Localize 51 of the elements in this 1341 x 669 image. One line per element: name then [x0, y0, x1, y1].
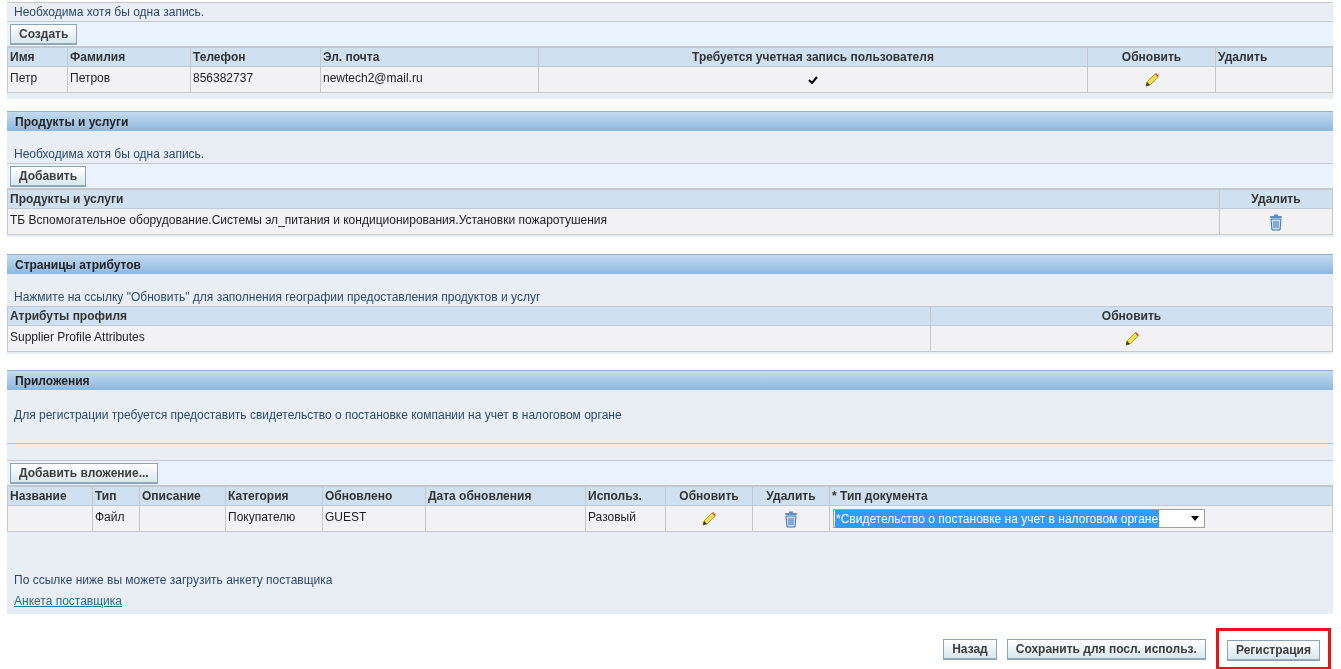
table-cell: newtech2@mail.ru — [320, 66, 539, 93]
supplier-form-link[interactable]: Анкета поставщика — [14, 594, 122, 608]
table-cell: Разовый — [585, 505, 666, 532]
pencil-icon[interactable] — [1123, 331, 1140, 348]
table-cell: 856382737 — [190, 66, 321, 93]
column-header: Обновить — [1087, 47, 1216, 67]
form-button[interactable]: Регистрация — [1226, 639, 1320, 661]
add-attachment-button[interactable]: Добавить вложение... — [10, 462, 158, 484]
column-header: Описание — [139, 486, 226, 506]
column-header: Эл. почта — [320, 47, 539, 67]
form-button[interactable]: Назад — [943, 638, 997, 660]
table-cell: Петров — [67, 66, 191, 93]
column-header: Обновить — [930, 306, 1333, 326]
pencil-icon[interactable] — [701, 511, 717, 528]
column-header: Удалить — [752, 486, 830, 506]
message-text: Необходима хотя бы одна запись. — [13, 146, 206, 163]
note-text: По ссылке ниже вы можете загрузить анкету поставщика — [13, 572, 334, 588]
table-cell: Петр — [7, 66, 68, 93]
table-cell: Supplier Profile Attributes — [7, 325, 931, 352]
table-cell: GUEST — [322, 505, 426, 532]
message-text: Необходима хотя бы одна запись. — [13, 4, 206, 21]
trash-icon[interactable] — [784, 510, 798, 528]
column-header: Продукты и услуги — [7, 189, 1220, 209]
column-header: Тип — [92, 486, 140, 506]
column-header: Обновить — [665, 486, 753, 506]
message-text: Для регистрации требуется предоставить свидетельство о постановке компании на учет в налоговом органе — [7, 390, 1333, 444]
add-button[interactable]: Добавить — [10, 165, 87, 187]
column-header: Удалить — [1215, 47, 1333, 67]
column-header: Удалить — [1219, 189, 1333, 209]
column-header: Дата обновления — [425, 486, 586, 506]
caret-icon — [1191, 516, 1199, 521]
section-header: Продукты и услуги — [7, 111, 1333, 131]
column-header: * Тип документа — [829, 486, 1333, 506]
section-header: Приложения — [7, 370, 1333, 390]
column-header: Атрибуты профиля — [7, 306, 931, 326]
column-header: Использ. — [585, 486, 666, 506]
form-button[interactable]: Сохранить для посл. использ. — [1006, 638, 1206, 660]
section-header: Страницы атрибутов — [7, 254, 1333, 274]
message-text: Нажмите на ссылку "Обновить" для заполнения географии предоставления продуктов и услуг — [13, 289, 542, 306]
create-button[interactable]: Создать — [10, 23, 78, 45]
table-cell: Покупателю — [225, 505, 323, 532]
column-header: Обновлено — [322, 486, 426, 506]
column-header: Имя — [7, 47, 68, 67]
column-header: Название — [7, 486, 93, 506]
column-header: Фамилия — [67, 47, 191, 67]
column-header: Категория — [225, 486, 323, 506]
column-header: Требуется учетная запись пользователя — [538, 47, 1088, 67]
trash-icon[interactable] — [1269, 213, 1283, 231]
column-header: Телефон — [190, 47, 321, 67]
table-cell: ТБ Вспомогательное оборудование.Системы эл_питания и кондиционирования.Установки пожаротушения — [7, 208, 1220, 235]
pencil-icon[interactable] — [1143, 72, 1160, 89]
